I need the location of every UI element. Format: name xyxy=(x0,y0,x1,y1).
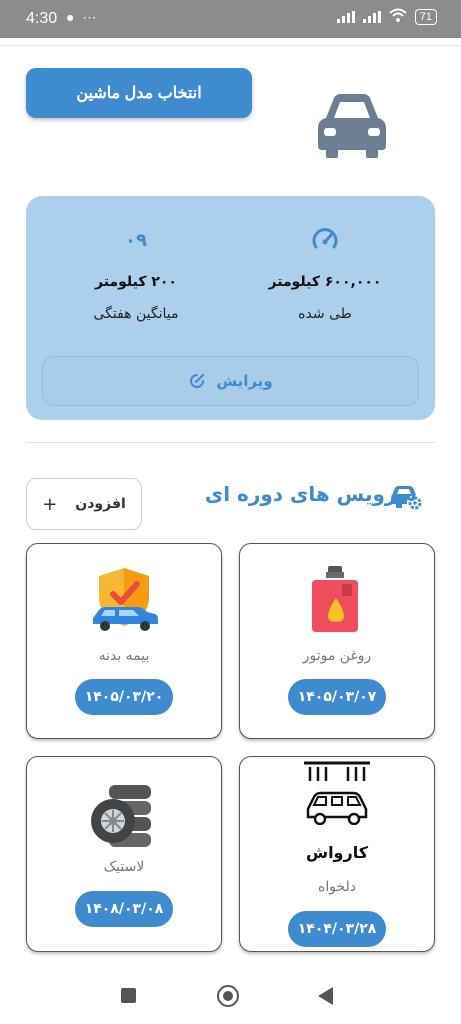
back-icon[interactable] xyxy=(318,987,333,1005)
signal-icon xyxy=(362,10,381,23)
service-card-insurance[interactable]: بیمه بدنه ۱۴۰۵/۰۳/۲۰ xyxy=(26,543,222,739)
car-wash-icon xyxy=(304,761,370,825)
edit-label: ویرایش xyxy=(216,372,273,390)
service-date-badge[interactable]: ۱۴۰۵/۰۳/۰۷ xyxy=(288,679,386,715)
service-card-oil[interactable]: روغن موتور ۱۴۰۵/۰۳/۰۷ xyxy=(239,543,435,739)
weekly-average-label: میانگین هفتگی xyxy=(93,306,179,322)
car-icon xyxy=(318,94,386,158)
notification-icons: ● ⋯ xyxy=(66,9,99,25)
status-time: 4:30 xyxy=(26,10,58,27)
edit-icon xyxy=(190,373,205,388)
mileage-card: ۶۰۰,۰۰۰ کیلومتر طی شده ۰۹ ۲۰۰ کیلومتر می… xyxy=(26,196,435,420)
home-icon[interactable] xyxy=(217,985,239,1007)
oil-can-icon xyxy=(312,566,358,632)
speedometer-icon xyxy=(235,226,415,254)
edit-mileage-button[interactable]: ویرایش xyxy=(42,356,419,406)
status-bar: 4:30 ● ⋯ 71 xyxy=(0,0,461,38)
tires-icon xyxy=(91,785,151,847)
system-navigation-bar xyxy=(0,960,461,1024)
service-name: کارواش xyxy=(305,843,369,862)
service-card-carwash[interactable]: کارواش دلخواه ۱۴۰۴/۰۳/۲۸ xyxy=(239,756,435,952)
service-date-badge[interactable]: ۱۴۰۸/۰۳/۰۸ xyxy=(75,891,173,927)
service-name: لاستیک xyxy=(103,859,145,875)
weekly-average: ۰۹ ۲۰۰ کیلومتر میانگین هفتگی xyxy=(46,226,226,323)
service-date-badge[interactable]: ۱۴۰۴/۰۳/۲۸ xyxy=(288,911,386,947)
status-icons: 71 xyxy=(336,8,437,25)
service-card-tires[interactable]: لاستیک ۱۴۰۸/۰۳/۰۸ xyxy=(26,756,222,952)
signal-icon xyxy=(336,10,355,23)
select-car-model-button[interactable]: انتخاب مدل ماشین xyxy=(26,68,252,118)
service-name: روغن موتور xyxy=(302,648,372,664)
add-label: افزودن xyxy=(75,496,126,512)
total-mileage: ۶۰۰,۰۰۰ کیلومتر طی شده xyxy=(235,226,415,322)
service-subtitle: دلخواه xyxy=(318,879,356,895)
total-mileage-value: ۶۰۰,۰۰۰ کیلومتر xyxy=(268,274,382,290)
car-insurance-icon xyxy=(93,568,158,631)
add-service-button[interactable]: افزودن + xyxy=(26,478,142,530)
section-divider xyxy=(26,442,435,443)
total-mileage-label: طی شده xyxy=(298,306,352,322)
recents-icon[interactable] xyxy=(121,988,136,1003)
top-divider xyxy=(0,45,461,46)
battery-icon: 71 xyxy=(414,8,437,25)
plus-icon: + xyxy=(42,493,58,515)
service-date-badge[interactable]: ۱۴۰۵/۰۳/۲۰ xyxy=(75,679,173,715)
wifi-icon xyxy=(389,8,407,25)
calendar-number-icon: ۰۹ xyxy=(125,229,147,251)
weekly-average-value: ۲۰۰ کیلومتر xyxy=(95,274,177,290)
service-name: بیمه بدنه xyxy=(98,648,150,664)
periodic-services-title: سرویس های دوره ای xyxy=(204,482,417,506)
